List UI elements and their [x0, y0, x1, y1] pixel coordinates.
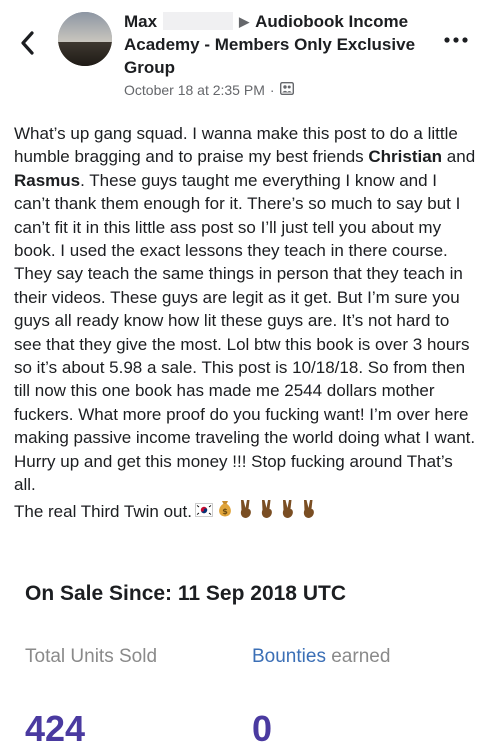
- korea-flag-icon: [194, 500, 213, 523]
- on-sale-heading: On Sale Since: 11 Sep 2018 UTC: [25, 582, 346, 605]
- meta-separator: ·: [269, 82, 275, 98]
- back-button[interactable]: [16, 30, 38, 56]
- post-meta: October 18 at 2:35 PM ·: [124, 81, 294, 98]
- post-text: What’s up gang squad. I wanna make this …: [14, 122, 476, 497]
- bounties-value: 0: [252, 708, 273, 749]
- more-options-button[interactable]: [438, 28, 474, 48]
- bounties-link[interactable]: Bounties: [252, 646, 326, 667]
- group-privacy-icon: [279, 81, 294, 98]
- arrow-right-icon: ▶: [239, 14, 250, 29]
- post-body: What’s up gang squad. I wanna make this …: [14, 122, 476, 525]
- sign-off-text: The real Third Twin out.: [14, 502, 192, 521]
- chevron-left-icon: [21, 31, 34, 55]
- victory-hand-icon: [237, 499, 255, 525]
- post-text-and: and: [442, 147, 476, 167]
- post-header: Max ▶ Audiobook Income Academy - Members O…: [0, 0, 486, 110]
- victory-hand-icon: [258, 499, 276, 525]
- ellipsis-icon: [444, 37, 468, 43]
- post-timestamp[interactable]: October 18 at 2:35 PM: [124, 82, 265, 98]
- redacted-name: [163, 12, 234, 30]
- post-text-part-2: . These guys taught me everything I know…: [14, 170, 476, 495]
- svg-text:$: $: [222, 507, 228, 516]
- victory-hand-icon: [300, 499, 318, 525]
- bounties-label-rest: earned: [325, 646, 391, 667]
- sign-off-line: The real Third Twin out. $: [14, 499, 476, 525]
- total-units-value: 424: [25, 708, 86, 749]
- bounties-label: Bounties earned: [252, 646, 390, 668]
- victory-hand-icon: [279, 499, 297, 525]
- money-bag-icon: $: [216, 499, 234, 524]
- author-name[interactable]: Max: [124, 12, 157, 31]
- friend-name-christian[interactable]: Christian: [368, 147, 442, 166]
- total-units-label: Total Units Sold: [25, 646, 158, 667]
- post-title: Max ▶ Audiobook Income Academy - Members O…: [124, 10, 434, 79]
- friend-name-rasmus[interactable]: Rasmus: [14, 171, 80, 190]
- avatar[interactable]: [58, 12, 112, 66]
